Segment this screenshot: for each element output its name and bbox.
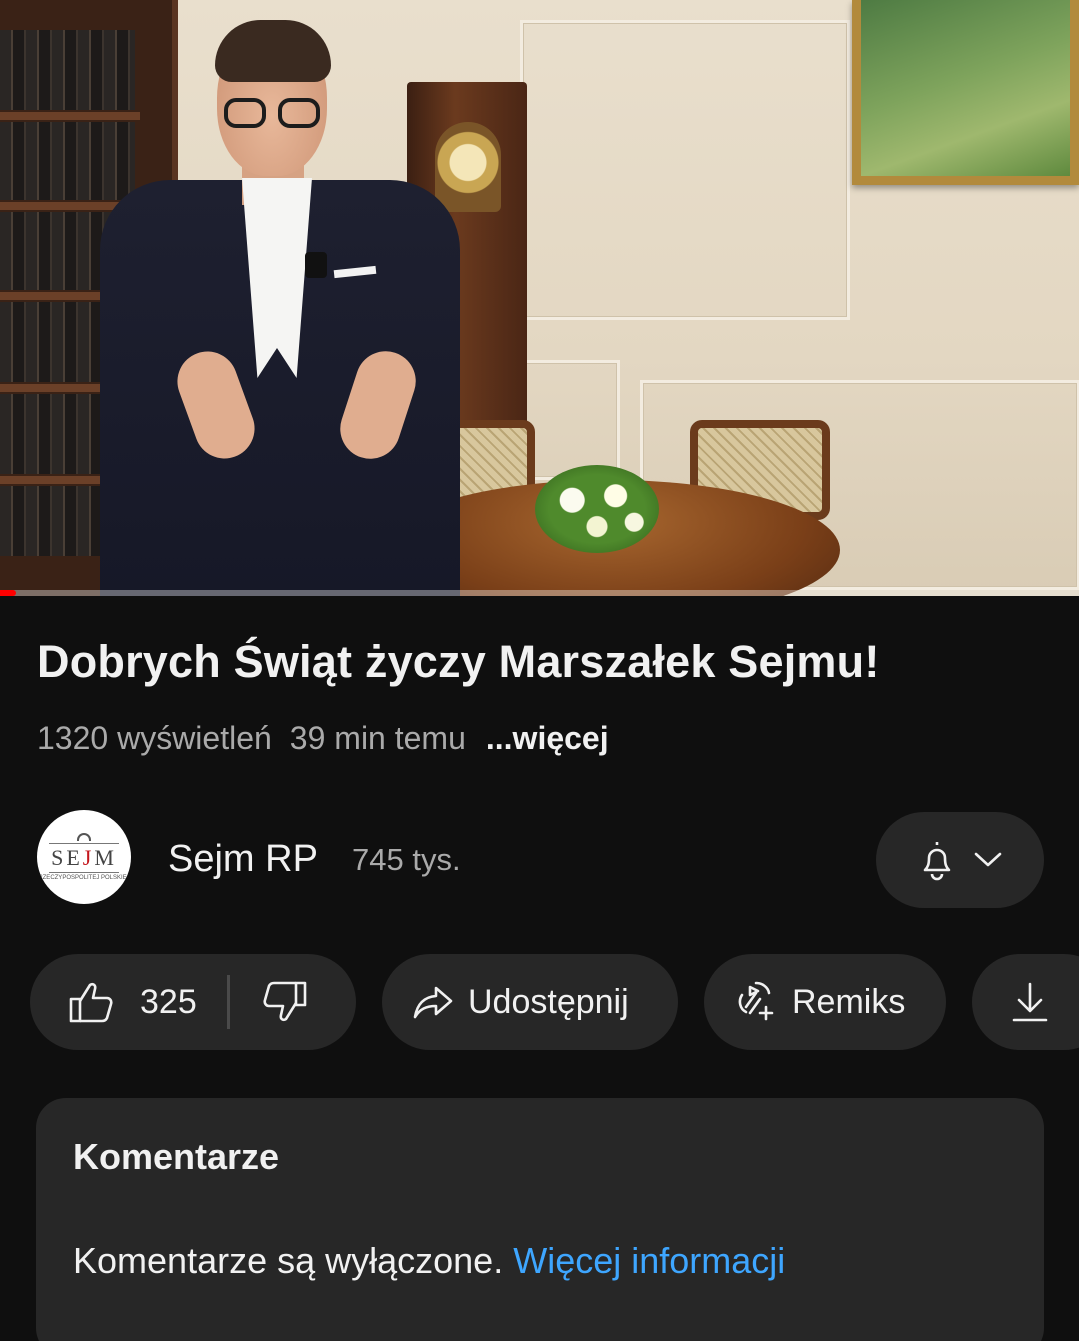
remix-icon: [736, 981, 778, 1023]
download-button[interactable]: [972, 954, 1079, 1050]
wall-panel: [520, 360, 620, 480]
avatar-logo: SEJM: [49, 843, 119, 873]
avatar-subtext: RZECZYPOSPOLITEJ POLSKIEJ: [38, 875, 130, 881]
remix-label: Remiks: [792, 982, 906, 1021]
progress-bar[interactable]: [0, 590, 1079, 596]
subscriber-count: 745 tys.: [352, 842, 461, 877]
more-info-link[interactable]: Więcej informacji: [513, 1240, 785, 1281]
bell-icon: [917, 838, 957, 882]
thumbs-up-icon[interactable]: [68, 979, 116, 1025]
channel-avatar[interactable]: SEJM RZECZYPOSPOLITEJ POLSKIEJ: [37, 810, 131, 904]
speaker: [100, 20, 460, 596]
like-dislike-group: 325: [30, 954, 356, 1050]
video-player[interactable]: [0, 0, 1079, 596]
wall-panel: [520, 20, 850, 320]
channel-name[interactable]: Sejm RP: [168, 838, 318, 881]
download-icon: [1010, 980, 1050, 1024]
share-label: Udostępnij: [468, 982, 629, 1021]
progress-knob[interactable]: [8, 590, 16, 596]
comments-disabled-text: Komentarze są wyłączone.: [73, 1240, 504, 1281]
comments-panel[interactable]: Komentarze Komentarze są wyłączone. Więc…: [36, 1098, 1044, 1341]
comments-heading: Komentarze: [73, 1136, 280, 1177]
share-button[interactable]: Udostępnij: [382, 954, 678, 1050]
upload-time: 39 min temu: [289, 720, 466, 756]
more-link[interactable]: ...więcej: [486, 720, 609, 757]
thumbs-down-icon[interactable]: [260, 979, 308, 1025]
video-meta[interactable]: 1320 wyświetleń 39 min temu ...więcej: [37, 720, 609, 757]
flower-bouquet: [535, 465, 659, 553]
share-arrow-icon: [412, 984, 454, 1020]
like-count[interactable]: 325: [140, 983, 197, 1022]
like-divider: [226, 975, 230, 1029]
sejm-dome-icon: [77, 833, 91, 841]
action-bar: 325 Udostępnij Remiks: [30, 954, 1079, 1050]
remix-button[interactable]: Remiks: [704, 954, 946, 1050]
subscription-bell-button[interactable]: [876, 812, 1044, 908]
chevron-down-icon: [973, 850, 1003, 870]
comments-disabled-message: Komentarze są wyłączone. Więcej informac…: [73, 1240, 785, 1282]
view-count: 1320 wyświetleń: [37, 720, 272, 756]
channel-row: SEJM RZECZYPOSPOLITEJ POLSKIEJ Sejm RP 7…: [37, 810, 1044, 910]
video-title: Dobrych Świąt życzy Marszałek Sejmu!: [37, 636, 880, 687]
landscape-painting: [852, 0, 1079, 185]
